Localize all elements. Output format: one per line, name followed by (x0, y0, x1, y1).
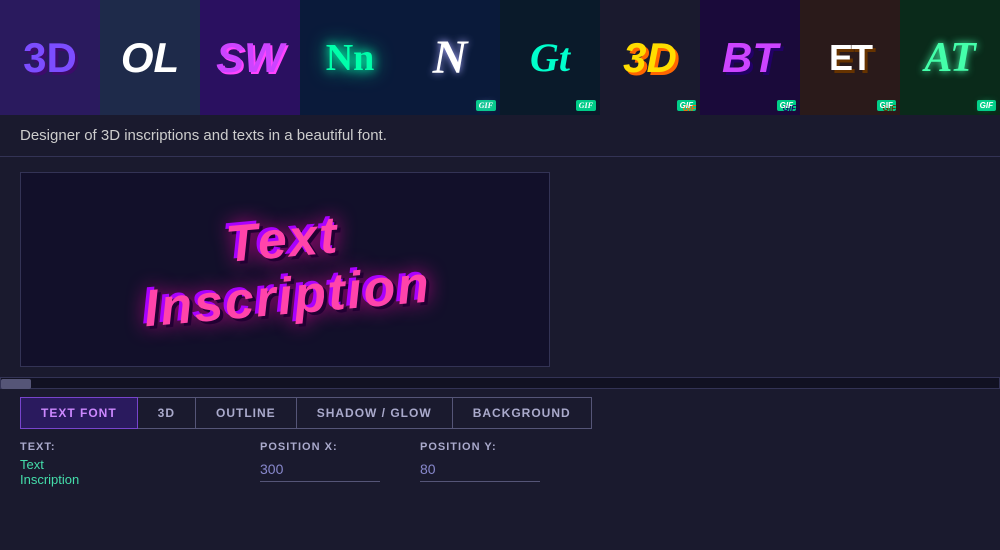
style-card-3d-2[interactable]: 3D GIF (600, 0, 700, 115)
text-value-line2: Inscription (20, 472, 220, 487)
position-y-group: POSITION Y: (420, 441, 540, 482)
gif-badge: GIF (977, 100, 996, 111)
main-area: Text Inscription (0, 157, 1000, 377)
text-preview: Text Inscription (137, 200, 434, 339)
position-x-input[interactable] (260, 457, 380, 482)
gif-badge: GIF (677, 100, 696, 111)
gif-badge: GIF (576, 100, 596, 111)
card-label: ET (829, 37, 871, 79)
card-label: Nn (326, 36, 375, 80)
style-card-et[interactable]: ET GIF (800, 0, 900, 115)
card-label: N (433, 30, 468, 85)
position-x-label: POSITION X: (260, 441, 380, 453)
style-card-sw[interactable]: SW (200, 0, 300, 115)
style-gallery: 3D OL SW Nn N GIF Gt GIF 3D GIF BT GIF E… (0, 0, 1000, 115)
style-card-gt[interactable]: Gt GIF (500, 0, 600, 115)
card-label: OL (121, 34, 179, 82)
scrollbar[interactable] (0, 377, 1000, 389)
tab-bar: TEXT FONT 3D OUTLINE SHADOW / GLOW BACKG… (0, 389, 1000, 429)
style-card-bt[interactable]: BT GIF (700, 0, 800, 115)
style-card-n[interactable]: N GIF (400, 0, 500, 115)
position-y-input[interactable] (420, 457, 540, 482)
text-value-line1: Text (20, 457, 220, 472)
text-group: TEXT: Text Inscription (20, 441, 220, 487)
gif-badge: GIF (777, 100, 796, 111)
bottom-form: TEXT: Text Inscription POSITION X: POSIT… (0, 429, 1000, 499)
text-label: TEXT: (20, 441, 220, 453)
tab-shadow-glow[interactable]: SHADOW / GLOW (297, 397, 453, 429)
card-label: Gt (530, 34, 570, 81)
tab-background[interactable]: BACKGROUND (453, 397, 592, 429)
tab-3d[interactable]: 3D (138, 397, 196, 429)
gif-badge: GIF (476, 100, 496, 111)
card-label: 3D (623, 34, 677, 82)
card-label: 3D (23, 34, 77, 82)
card-label: BT (722, 34, 778, 82)
style-card-at[interactable]: AT GIF (900, 0, 1000, 115)
text-value: Text Inscription (20, 457, 220, 487)
card-label: AT (924, 34, 975, 82)
canvas-container: Text Inscription (20, 172, 550, 367)
scrollbar-thumb[interactable] (1, 379, 31, 389)
style-card-ol[interactable]: OL (100, 0, 200, 115)
tab-outline[interactable]: OUTLINE (196, 397, 297, 429)
style-card-nn[interactable]: Nn (300, 0, 400, 115)
position-y-label: POSITION Y: (420, 441, 540, 453)
gif-badge: GIF (877, 100, 896, 111)
card-label: SW (216, 34, 284, 82)
tab-text-font[interactable]: TEXT FONT (20, 397, 138, 429)
description: Designer of 3D inscriptions and texts in… (0, 115, 1000, 157)
position-x-group: POSITION X: (260, 441, 380, 482)
style-card-3d[interactable]: 3D (0, 0, 100, 115)
